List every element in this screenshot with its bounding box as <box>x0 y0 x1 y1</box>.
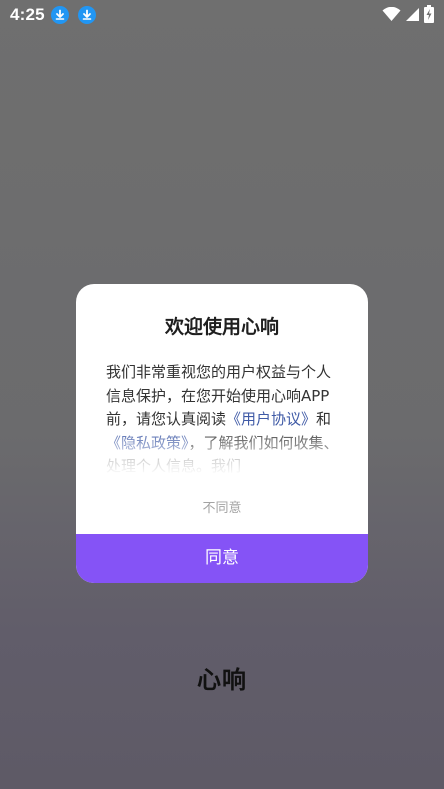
battery-charging-icon <box>424 5 434 27</box>
wifi-icon <box>382 6 401 26</box>
download-icon <box>78 6 96 24</box>
dialog-title: 欢迎使用心响 <box>164 316 279 338</box>
status-time: 4:25 <box>10 5 45 24</box>
privacy-consent-dialog: 欢迎使用心响 我们非常重视您的用户权益与个人信息保护，在您开始使用心响APP前，… <box>76 284 368 583</box>
download-icon <box>51 6 69 24</box>
status-indicators <box>382 5 434 27</box>
disagree-button[interactable]: 不同意 <box>76 496 368 522</box>
cellular-signal-icon <box>405 7 420 26</box>
dialog-body: 我们非常重视您的用户权益与个人信息保护，在您开始使用心响APP前，请您认真阅读《… <box>106 361 340 475</box>
app-brand-name: 心响 <box>197 666 247 694</box>
body-conjunction: 和 <box>316 410 332 428</box>
user-agreement-link[interactable]: 《用户协议》 <box>226 410 316 428</box>
status-bar: 4:25 <box>0 0 444 30</box>
privacy-policy-link[interactable]: 《隐私政策》 <box>106 434 189 452</box>
agree-button[interactable]: 同意 <box>76 534 368 583</box>
